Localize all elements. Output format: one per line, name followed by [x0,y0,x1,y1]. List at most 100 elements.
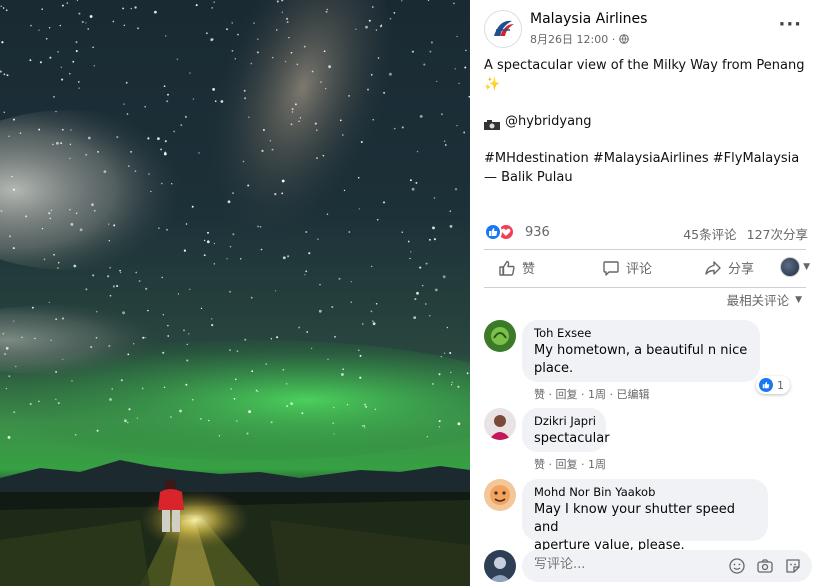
star [456,124,458,127]
reactions-summary[interactable]: 936 [484,223,550,241]
star [60,66,62,68]
comment-author[interactable]: Dzikri Japri [534,414,596,428]
star [333,433,335,435]
star [246,432,249,435]
star [191,205,194,208]
comment-text: May I know your shutter speed and [534,502,736,535]
star [183,329,185,332]
star [232,233,235,236]
star [326,213,329,215]
malaysia-airlines-logo[interactable] [484,10,522,48]
post-as-selector[interactable]: ▼ [780,257,810,277]
speech-bubble-icon [603,260,619,276]
star [73,264,77,268]
star [443,352,446,354]
star [13,320,15,322]
camera-icon [484,117,500,130]
star [77,81,80,83]
avatar[interactable] [484,320,516,352]
star [429,50,432,53]
star [348,95,350,97]
star [142,336,145,339]
post-timestamp[interactable]: 8月26日 12:00 · [530,31,615,47]
comment-composer [484,550,812,582]
star [61,317,65,320]
star [244,338,247,341]
star [411,187,415,191]
divider [484,249,806,250]
star [305,270,308,273]
comments-count[interactable]: 45条评论 [683,224,736,243]
star [376,218,379,221]
star [220,100,224,103]
star [311,70,314,73]
star [290,402,293,405]
globe-icon [619,34,629,44]
post-hashtags[interactable]: #MHdestination #MalaysiaAirlines #FlyMal… [484,149,812,168]
star [60,142,63,145]
post-photo[interactable] [0,0,470,586]
comment-input[interactable] [534,557,694,572]
star [128,408,131,411]
star [265,363,267,365]
star [331,305,334,309]
star [426,436,428,438]
comment-text: place. [534,361,574,376]
star [425,262,428,265]
star [119,271,122,274]
star [253,22,255,24]
star [126,113,129,115]
page-name[interactable]: Malaysia Airlines [530,11,647,27]
avatar[interactable] [484,408,516,440]
reactions-count: 936 [525,224,550,240]
star [108,344,111,348]
star [150,190,152,193]
star [164,151,167,154]
star [457,385,460,388]
sticker-icon[interactable] [784,557,802,575]
star [81,20,84,24]
star [41,228,44,230]
star [96,429,99,432]
star [120,379,123,382]
star [85,288,88,291]
comment-reactions[interactable]: 1 [756,376,790,394]
star [3,73,6,76]
shares-count[interactable]: 127次分享 [747,224,808,243]
share-button[interactable]: 分享 [704,258,754,277]
star [90,345,93,349]
camera-icon[interactable] [756,557,774,575]
star [163,85,166,88]
comment-author[interactable]: Toh Exsee [534,326,748,340]
comment-input-box[interactable] [522,550,812,582]
credit-handle[interactable]: @hybridyang [505,114,592,129]
star [338,277,341,280]
star [341,373,344,376]
comment-sort-dropdown[interactable]: 最相关评论 ▼ [727,290,802,309]
comment-author[interactable]: Mohd Nor Bin Yaakob [534,485,756,499]
comment-bubble: Toh Exsee My hometown, a beautiful n nic… [522,320,760,382]
smiley-icon[interactable] [728,557,746,575]
star [229,349,231,351]
star [409,179,412,182]
comment-meta[interactable]: 赞 · 回复 · 1周 [534,456,606,472]
like-button[interactable]: 赞 [498,258,535,277]
star [173,130,176,133]
star [189,288,191,291]
star [440,113,443,116]
comment-meta[interactable]: 赞 · 回复 · 1周 · 已编辑 [534,386,649,402]
avatar [484,550,516,582]
star [438,373,441,376]
comment-button[interactable]: 评论 [602,258,652,277]
post-location[interactable]: — Balik Pulau [484,168,812,187]
avatar[interactable] [484,479,516,511]
star [276,29,278,31]
more-icon[interactable]: ··· [778,16,802,34]
star [218,435,221,437]
star [242,160,245,163]
star [207,231,209,234]
photo-credit: @hybridyang [484,112,812,131]
star [49,56,52,59]
star [423,63,426,66]
star [433,197,436,199]
